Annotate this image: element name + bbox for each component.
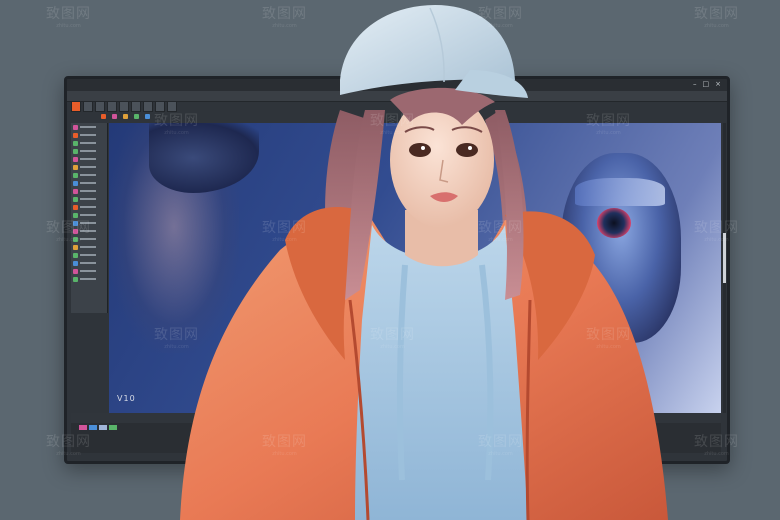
cap-seam [429,7,445,83]
app-tab [143,101,153,112]
tool-icon [145,113,150,119]
watermark: 致图网 zhitu.com [154,113,199,136]
window-controls: – □ × [693,81,721,88]
watermark: 致图网 zhitu.com [694,6,739,29]
layer-row [71,171,107,179]
app-tab [107,101,117,112]
watermark: 致图网 zhitu.com [694,434,739,457]
watermark: 致图网 zhitu.com [478,6,523,29]
timeline-swatch [109,425,117,430]
watermark: 致图网 zhitu.com [46,6,91,29]
app-tab [119,101,129,112]
robot-eye [597,208,631,238]
layer-row [71,123,107,131]
tool-icon [134,113,139,119]
timeline-swatches [79,425,117,430]
close-icon: × [715,80,721,88]
watermark: 致图网 zhitu.com [370,113,415,136]
watermark: 致图网 zhitu.com [46,220,91,243]
layer-row [71,259,107,267]
layer-row [71,187,107,195]
watermark: 致图网 zhitu.com [262,220,307,243]
layer-row [71,251,107,259]
tool-icon [112,113,117,119]
artwork-canvas: V10 [109,123,721,413]
app-tab [71,101,81,112]
app-statusbar [71,413,721,423]
robot-visor [575,178,665,206]
app-tab [95,101,105,112]
watermark: 致图网 zhitu.com [370,327,415,350]
layer-row [71,139,107,147]
app-tab [83,101,93,112]
watermark: 致图网 zhitu.com [262,434,307,457]
watermark: 致图网 zhitu.com [46,434,91,457]
layer-row [71,163,107,171]
layer-row [71,131,107,139]
layer-row [71,155,107,163]
timeline-swatch [89,425,97,430]
app-tab [131,101,141,112]
watermark: 致图网 zhitu.com [478,434,523,457]
app-timeline [71,423,721,453]
layer-row [71,147,107,155]
minimize-icon: – [693,80,697,88]
watermark: 致图网 zhitu.com [694,220,739,243]
stage: – □ × V10 致图网 zhitu.com 致图网 zhitu.com 致图… [0,0,780,520]
watermark: 致图网 zhitu.com [586,327,631,350]
timeline-swatch [79,425,87,430]
layer-row [71,275,107,283]
layer-row [71,243,107,251]
canvas-label: V10 [117,394,136,403]
layer-row [71,179,107,187]
tool-icon [123,113,128,119]
canvas-scrollbar [723,123,726,413]
watermark: 致图网 zhitu.com [478,220,523,243]
layer-row [71,195,107,203]
layer-row [71,203,107,211]
watermark: 致图网 zhitu.com [262,6,307,29]
layer-row [71,267,107,275]
timeline-swatch [99,425,107,430]
maximize-icon: □ [702,80,710,88]
watermark: 致图网 zhitu.com [586,113,631,136]
watermark: 致图网 zhitu.com [154,327,199,350]
tool-icon [101,113,106,119]
